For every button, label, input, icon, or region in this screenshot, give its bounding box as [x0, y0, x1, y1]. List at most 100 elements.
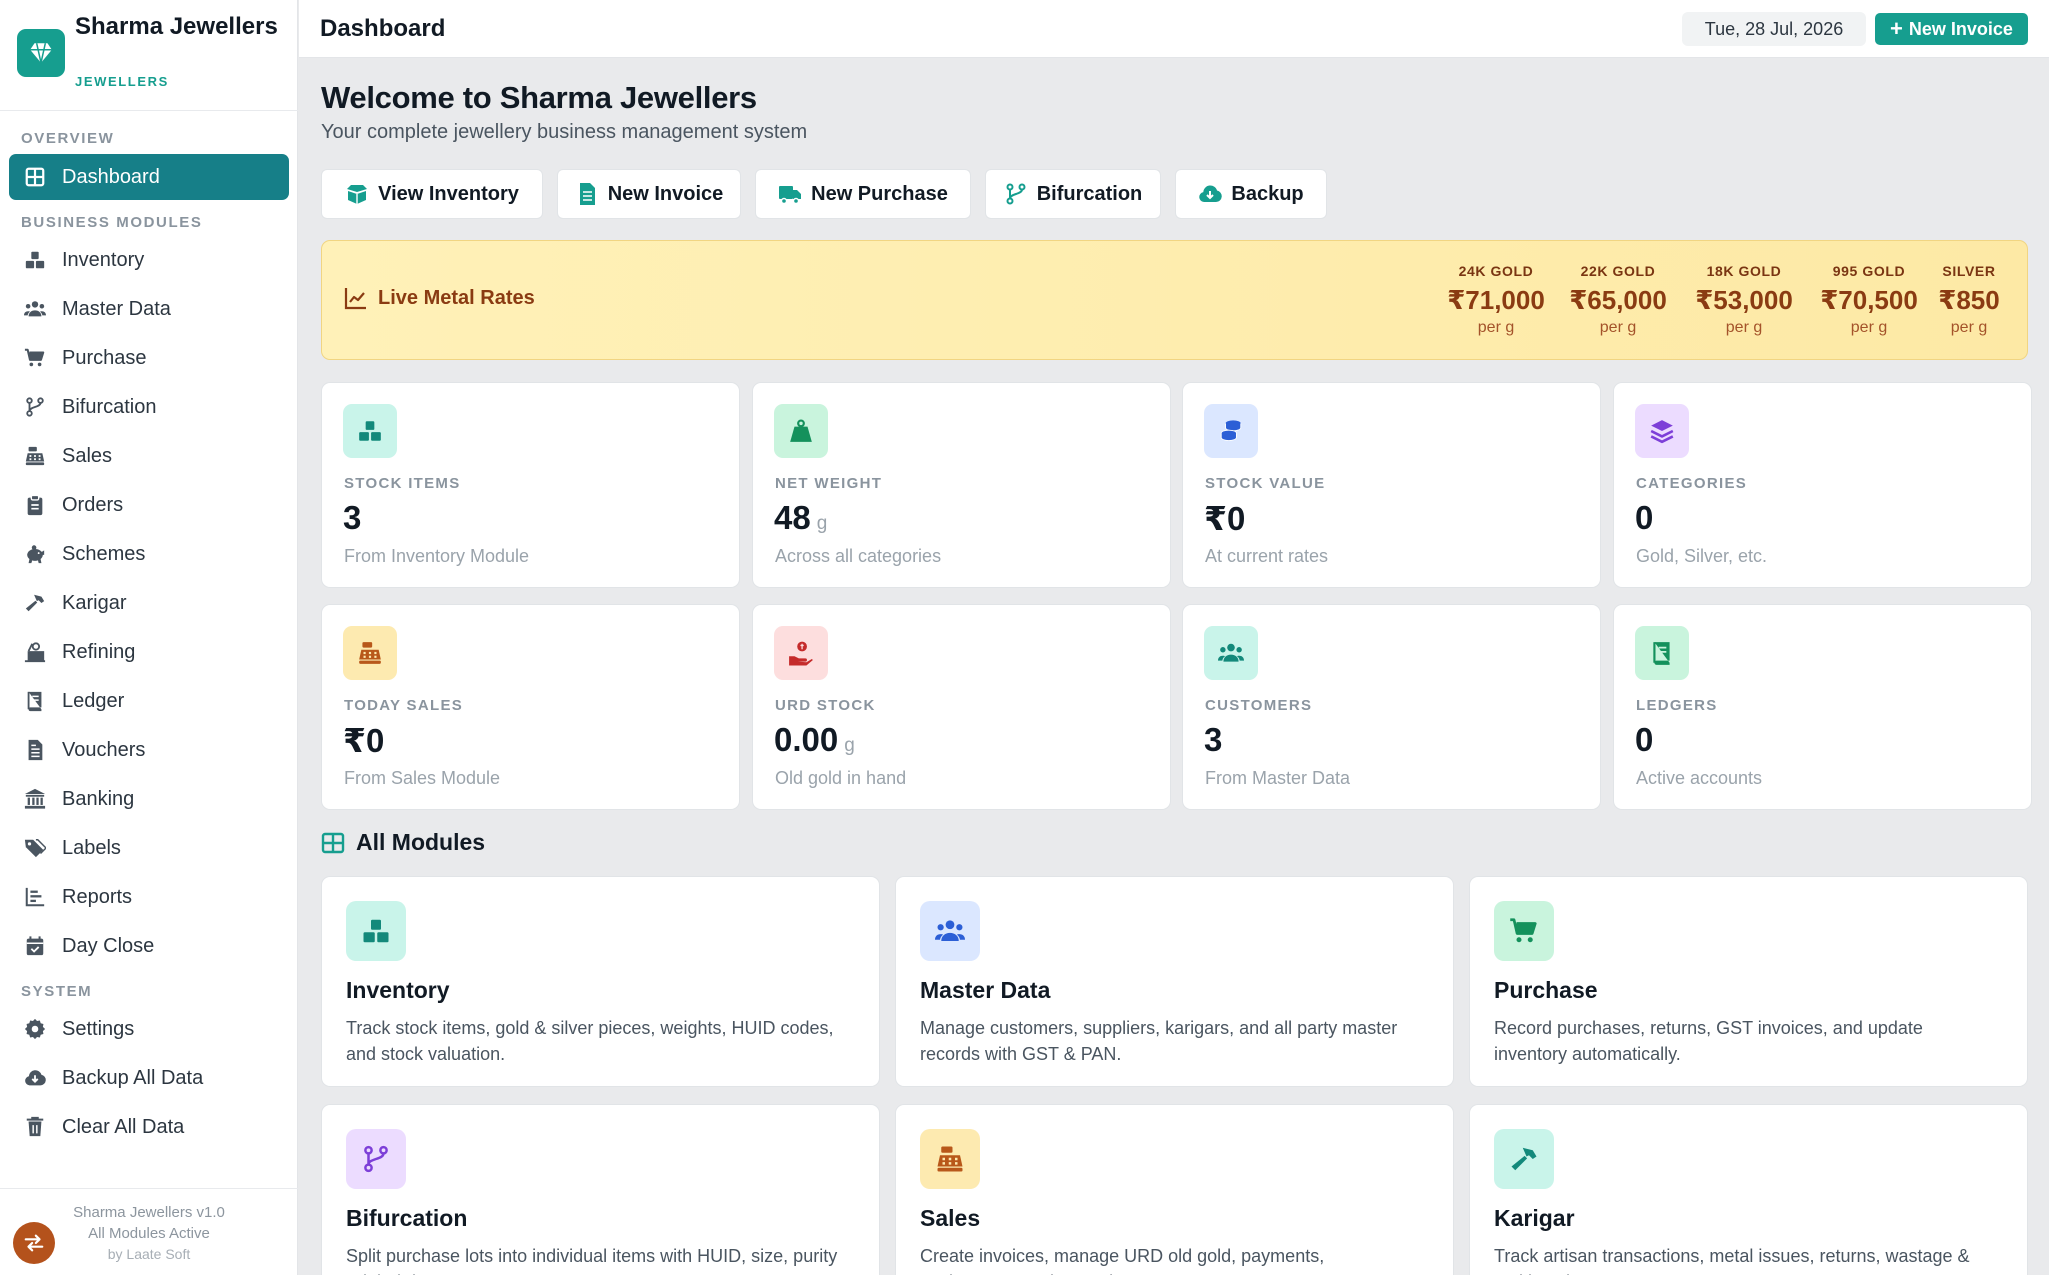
rate-value: ₹850: [1938, 285, 2000, 315]
layers-icon: [1635, 404, 1689, 458]
rate-unit: per g: [1850, 319, 1888, 336]
sidebar-item-label: Sales: [62, 444, 113, 467]
sidebar-item-ledger[interactable]: Ledger: [9, 678, 289, 724]
sidebar-item-label: Inventory: [62, 248, 145, 271]
view-inventory-button[interactable]: View Inventory: [321, 169, 543, 219]
module-title: Bifurcation: [346, 1205, 468, 1231]
section-label-business: BUSINESS MODULES: [21, 214, 203, 231]
cart-icon: [24, 348, 45, 367]
module-description: Record purchases, returns, GST invoices,…: [1494, 1018, 1923, 1064]
boxes-icon: [343, 404, 397, 458]
stat-label: LEDGERS: [1636, 697, 1718, 714]
sidebar-item-label: Purchase: [62, 346, 147, 369]
rates-title-text: Live Metal Rates: [378, 286, 535, 309]
sidebar-item-schemes[interactable]: Schemes: [9, 531, 289, 577]
backup-button[interactable]: Backup: [1175, 169, 1327, 219]
stat-label: URD STOCK: [775, 697, 876, 714]
module-title: Karigar: [1494, 1205, 1575, 1231]
stat-unit: g: [844, 735, 855, 756]
sidebar-item-inventory[interactable]: Inventory: [9, 237, 289, 283]
clipboard-icon: [27, 494, 43, 516]
sidebar-item-label: Schemes: [62, 542, 146, 565]
rate-unit: per g: [1725, 319, 1763, 336]
app-version: Sharma Jewellers v1.0: [73, 1204, 225, 1221]
stat-card-today-sales[interactable]: TODAY SALES ₹0 From Sales Module: [321, 604, 740, 810]
brand-name: Sharma Jewellers: [75, 13, 278, 40]
stat-number: 3: [1204, 721, 1223, 758]
cloud-download-icon: [1199, 185, 1223, 202]
stat-note: Active accounts: [1636, 768, 1763, 788]
sidebar-item-labels[interactable]: Labels: [9, 825, 289, 871]
rate-value: ₹71,000: [1447, 285, 1545, 315]
stat-number: 48: [774, 499, 811, 536]
section-label-overview: OVERVIEW: [21, 130, 115, 147]
sidebar-item-sales[interactable]: Sales: [9, 433, 289, 479]
quick-action-label: View Inventory: [378, 182, 519, 205]
bifurcation-button[interactable]: Bifurcation: [985, 169, 1161, 219]
stat-card-stock-items[interactable]: STOCK ITEMS 3 From Inventory Module: [321, 382, 740, 588]
sidebar-item-day-close[interactable]: Day Close: [9, 923, 289, 969]
plus-icon: +: [1890, 16, 1903, 41]
sidebar-item-label: Refining: [62, 640, 136, 663]
quick-action-label: Bifurcation: [1036, 182, 1143, 205]
rate-995-gold: 995 GOLD ₹70,500 per g: [1809, 263, 1929, 337]
module-title: Sales: [920, 1205, 981, 1231]
sidebar-item-master-data[interactable]: Master Data: [9, 286, 289, 332]
stat-number: ₹0: [1204, 500, 1246, 537]
sidebar-item-vouchers[interactable]: Vouchers: [9, 727, 289, 773]
module-card-inventory[interactable]: Inventory Track stock items, gold & silv…: [321, 876, 880, 1087]
sidebar-item-label: Dashboard: [62, 165, 160, 188]
stat-card-ledgers[interactable]: LEDGERS 0 Active accounts: [1613, 604, 2032, 810]
module-card-bifurcation[interactable]: Bifurcation Split purchase lots into ind…: [321, 1104, 880, 1275]
new-purchase-button[interactable]: New Purchase: [755, 169, 971, 219]
stat-label: STOCK VALUE: [1205, 475, 1326, 492]
stat-card-categories[interactable]: CATEGORIES 0 Gold, Silver, etc.: [1613, 382, 2032, 588]
sidebar-item-karigar[interactable]: Karigar: [9, 580, 289, 626]
stat-card-customers[interactable]: CUSTOMERS 3 From Master Data: [1182, 604, 1601, 810]
sidebar-item-banking[interactable]: Banking: [9, 776, 289, 822]
rate-label: SILVER: [1942, 263, 1996, 279]
swap-button[interactable]: [13, 1222, 55, 1264]
sidebar-item-settings[interactable]: Settings: [9, 1006, 289, 1052]
module-description: Create invoices, manage URD old gold, pa…: [920, 1246, 1325, 1275]
module-card-sales[interactable]: Sales Create invoices, manage URD old go…: [895, 1104, 1454, 1275]
sidebar-item-purchase[interactable]: Purchase: [9, 335, 289, 381]
cash-register-icon: [343, 626, 397, 680]
users-icon: [1204, 626, 1258, 680]
credit-text: by Laate Soft: [107, 1246, 191, 1262]
rate-silver: SILVER ₹850 per g: [1914, 263, 2024, 337]
quick-action-label: New Invoice: [607, 182, 724, 205]
sidebar-item-label: Reports: [62, 885, 133, 908]
new-invoice-action-button[interactable]: New Invoice: [557, 169, 741, 219]
stat-note: Gold, Silver, etc.: [1636, 546, 1768, 566]
cash-register-icon: [920, 1129, 980, 1189]
sidebar-item-orders[interactable]: Orders: [9, 482, 289, 528]
module-description: Manage customers, suppliers, karigars, a…: [920, 1018, 1398, 1064]
brand: Sharma Jewellers JEWELLERS: [0, 0, 298, 111]
new-invoice-button[interactable]: + New Invoice: [1875, 13, 2028, 45]
sidebar-item-backup-all-data[interactable]: Backup All Data: [9, 1055, 289, 1101]
sidebar-item-refining[interactable]: Refining: [9, 629, 289, 675]
coins-icon: [1204, 404, 1258, 458]
stat-label: CUSTOMERS: [1205, 697, 1313, 714]
sidebar-item-dashboard[interactable]: Dashboard: [9, 154, 289, 200]
sidebar-item-clear-all-data[interactable]: Clear All Data: [9, 1104, 289, 1150]
stat-note: From Master Data: [1205, 768, 1351, 788]
stat-number: 0: [1635, 721, 1654, 758]
line-chart-icon: [344, 288, 366, 310]
stat-card-urd-stock[interactable]: URD STOCK 0.00 g Old gold in hand: [752, 604, 1171, 810]
gem-icon: [17, 29, 65, 77]
hammer-icon: [1494, 1129, 1554, 1189]
cash-register-icon: [25, 446, 45, 466]
module-card-karigar[interactable]: Karigar Track artisan transactions, meta…: [1469, 1104, 2028, 1275]
module-card-purchase[interactable]: Purchase Record purchases, returns, GST …: [1469, 876, 2028, 1087]
branch-icon: [346, 1129, 406, 1189]
stat-card-stock-value[interactable]: STOCK VALUE ₹0 At current rates: [1182, 382, 1601, 588]
rate-unit: per g: [1950, 319, 1988, 336]
sidebar-item-reports[interactable]: Reports: [9, 874, 289, 920]
module-card-master-data[interactable]: Master Data Manage customers, suppliers,…: [895, 876, 1454, 1087]
stat-card-net-weight[interactable]: NET WEIGHT 48 g Across all categories: [752, 382, 1171, 588]
sidebar-item-bifurcation[interactable]: Bifurcation: [9, 384, 289, 430]
stat-value: 0: [1635, 499, 1659, 537]
rates-title: Live Metal Rates: [344, 286, 535, 310]
